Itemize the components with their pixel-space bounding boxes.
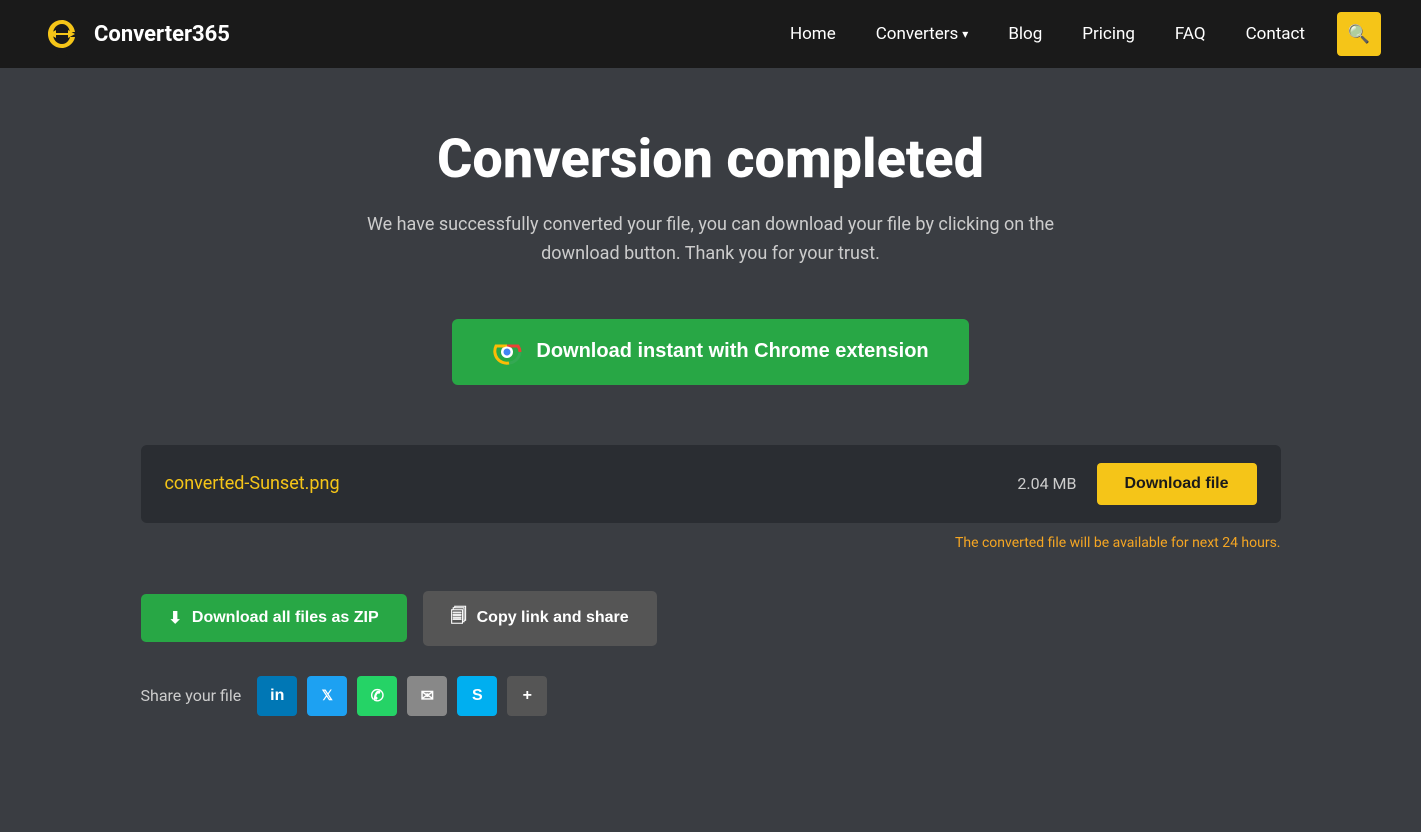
share-row: Share your file in 𝕏 ✆ ✉ S + xyxy=(141,676,1281,716)
nav-pricing[interactable]: Pricing xyxy=(1066,16,1151,52)
site-header: Converter365 Home Converters ▾ Blog Pric… xyxy=(0,0,1421,68)
copy-icon: 🗐 xyxy=(451,605,467,632)
chrome-ext-label: Download instant with Chrome extension xyxy=(536,340,928,363)
main-nav: Home Converters ▾ Blog Pricing FAQ Conta… xyxy=(774,12,1381,56)
share-email-button[interactable]: ✉ xyxy=(407,676,447,716)
nav-converters[interactable]: Converters ▾ xyxy=(860,16,985,52)
chrome-icon xyxy=(492,337,522,367)
download-file-button[interactable]: Download file xyxy=(1097,463,1257,505)
logo-icon xyxy=(40,12,84,56)
share-whatsapp-button[interactable]: ✆ xyxy=(357,676,397,716)
nav-faq[interactable]: FAQ xyxy=(1159,16,1222,52)
search-icon: 🔍 xyxy=(1348,24,1370,45)
main-content: Conversion completed We have successfull… xyxy=(0,68,1421,756)
page-title: Conversion completed xyxy=(437,128,984,191)
nav-contact[interactable]: Contact xyxy=(1230,16,1321,52)
file-row: converted-Sunset.png 2.04 MB Download fi… xyxy=(141,445,1281,523)
share-twitter-button[interactable]: 𝕏 xyxy=(307,676,347,716)
availability-note: The converted file will be available for… xyxy=(141,535,1281,551)
share-label: Share your file xyxy=(141,686,242,705)
file-name: converted-Sunset.png xyxy=(165,473,340,494)
download-zip-icon: ⬇ xyxy=(169,608,182,628)
copy-link-button[interactable]: 🗐 Copy link and share xyxy=(423,591,657,646)
share-more-button[interactable]: + xyxy=(507,676,547,716)
nav-blog[interactable]: Blog xyxy=(992,16,1058,52)
conversion-subtitle: We have successfully converted your file… xyxy=(361,211,1061,269)
logo-area[interactable]: Converter365 xyxy=(40,12,230,56)
file-right-area: 2.04 MB Download file xyxy=(1017,463,1256,505)
search-button[interactable]: 🔍 xyxy=(1337,12,1381,56)
logo-text: Converter365 xyxy=(94,22,230,47)
file-size: 2.04 MB xyxy=(1017,474,1076,493)
share-skype-button[interactable]: S xyxy=(457,676,497,716)
chrome-extension-button[interactable]: Download instant with Chrome extension xyxy=(452,319,968,385)
share-linkedin-button[interactable]: in xyxy=(257,676,297,716)
nav-home[interactable]: Home xyxy=(774,16,852,52)
converters-chevron-icon: ▾ xyxy=(962,27,968,41)
download-zip-button[interactable]: ⬇ Download all files as ZIP xyxy=(141,594,407,642)
share-icons: in 𝕏 ✆ ✉ S + xyxy=(257,676,547,716)
bottom-actions: ⬇ Download all files as ZIP 🗐 Copy link … xyxy=(141,591,1281,646)
